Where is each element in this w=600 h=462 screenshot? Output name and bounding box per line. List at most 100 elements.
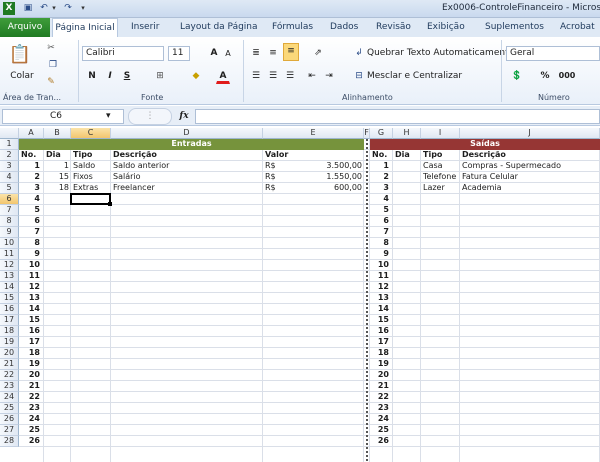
tab-review[interactable]: Revisão bbox=[376, 18, 411, 37]
row-header-15[interactable]: 15 bbox=[0, 293, 19, 304]
shrink-font-button[interactable]: A bbox=[222, 46, 234, 62]
worksheet-grid[interactable]: ABCDEFGHIJ 1 2 3 4 5 6 7 8 9 10 11 12 13 14 15 16 17 18 19… bbox=[0, 128, 600, 462]
entradas-number[interactable]: 14 bbox=[21, 304, 42, 315]
paste-icon[interactable]: 📋 bbox=[6, 40, 34, 70]
number-format-select[interactable]: Geral bbox=[506, 46, 600, 61]
formula-input[interactable] bbox=[195, 109, 600, 124]
tab-view[interactable]: Exibição bbox=[427, 18, 465, 37]
align-right-icon[interactable]: ☰ bbox=[283, 68, 297, 84]
merge-center-button[interactable]: Mesclar e Centralizar bbox=[366, 68, 463, 84]
entradas-number[interactable]: 2 bbox=[21, 172, 42, 183]
tab-acrobat[interactable]: Acrobat bbox=[560, 18, 595, 37]
font-size-select[interactable]: 11 bbox=[168, 46, 190, 61]
tab-page-layout[interactable]: Layout da Página bbox=[180, 18, 258, 37]
row-header-10[interactable]: 10 bbox=[0, 238, 19, 249]
entradas-number[interactable]: 13 bbox=[21, 293, 42, 304]
saidas-number[interactable]: 13 bbox=[372, 293, 391, 304]
saida-tipo[interactable]: Lazer bbox=[423, 183, 458, 194]
column-header-a[interactable]: A bbox=[19, 128, 44, 139]
saidas-number[interactable]: 22 bbox=[372, 392, 391, 403]
saida-descricao[interactable]: Academia bbox=[462, 183, 598, 194]
saidas-number[interactable]: 5 bbox=[372, 205, 391, 216]
decrease-indent-icon[interactable]: ⇤ bbox=[305, 68, 319, 84]
comma-style-button[interactable]: 000 bbox=[556, 68, 578, 84]
entradas-number[interactable]: 5 bbox=[21, 205, 42, 216]
column-header-b[interactable]: B bbox=[44, 128, 71, 139]
column-header-i[interactable]: I bbox=[421, 128, 460, 139]
saidas-number[interactable]: 19 bbox=[372, 359, 391, 370]
saidas-header-no[interactable]: No. bbox=[372, 150, 391, 161]
align-left-icon[interactable]: ☰ bbox=[249, 68, 263, 84]
font-color-button[interactable]: A bbox=[216, 68, 230, 84]
undo-icon[interactable]: ↶ bbox=[38, 2, 50, 15]
saidas-number[interactable]: 1 bbox=[372, 161, 391, 172]
tab-formulas[interactable]: Fórmulas bbox=[272, 18, 313, 37]
entrada-valor[interactable]: 600,00 bbox=[265, 183, 362, 194]
entradas-number[interactable]: 1 bbox=[21, 161, 42, 172]
saidas-number[interactable]: 18 bbox=[372, 348, 391, 359]
align-top-icon[interactable]: ≣ bbox=[249, 45, 263, 61]
saidas-number[interactable]: 15 bbox=[372, 315, 391, 326]
entrada-dia[interactable]: 18 bbox=[46, 183, 69, 194]
entradas-number[interactable]: 6 bbox=[21, 216, 42, 227]
name-box-dropdown-icon[interactable]: ▾ bbox=[106, 111, 111, 121]
entradas-number[interactable]: 17 bbox=[21, 337, 42, 348]
entradas-number[interactable]: 11 bbox=[21, 271, 42, 282]
row-header-3[interactable]: 3 bbox=[0, 161, 19, 172]
format-painter-icon[interactable]: ✎ bbox=[44, 74, 58, 90]
entradas-number[interactable]: 15 bbox=[21, 315, 42, 326]
entrada-valor[interactable]: 1.550,00 bbox=[265, 172, 362, 183]
row-header-22[interactable]: 22 bbox=[0, 370, 19, 381]
entrada-descricao[interactable]: Salário bbox=[113, 172, 261, 183]
entrada-valor[interactable]: 3.500,00 bbox=[265, 161, 362, 172]
column-header-d[interactable]: D bbox=[111, 128, 263, 139]
font-name-select[interactable]: Calibri bbox=[82, 46, 164, 61]
currency-icon[interactable]: 💲 bbox=[508, 68, 526, 84]
row-header-2[interactable]: 2 bbox=[0, 150, 19, 161]
entrada-tipo[interactable]: Saldo bbox=[73, 161, 109, 172]
row-header-11[interactable]: 11 bbox=[0, 249, 19, 260]
row-header-1[interactable]: 1 bbox=[0, 139, 19, 150]
row-header-8[interactable]: 8 bbox=[0, 216, 19, 227]
select-all-corner[interactable] bbox=[0, 128, 19, 139]
align-center-icon[interactable]: ☰ bbox=[266, 68, 280, 84]
saidas-number[interactable]: 6 bbox=[372, 216, 391, 227]
column-header-h[interactable]: H bbox=[393, 128, 421, 139]
entradas-number[interactable]: 19 bbox=[21, 359, 42, 370]
row-header-28[interactable]: 28 bbox=[0, 436, 19, 447]
row-header-6[interactable]: 6 bbox=[0, 194, 19, 205]
redo-icon[interactable]: ↷ bbox=[62, 2, 74, 15]
entrada-tipo[interactable]: Fixos bbox=[73, 172, 109, 183]
row-header-13[interactable]: 13 bbox=[0, 271, 19, 282]
saidas-number[interactable]: 20 bbox=[372, 370, 391, 381]
saidas-number[interactable]: 7 bbox=[372, 227, 391, 238]
row-header-23[interactable]: 23 bbox=[0, 381, 19, 392]
entradas-number[interactable]: 20 bbox=[21, 370, 42, 381]
row-header-4[interactable]: 4 bbox=[0, 172, 19, 183]
column-header-g[interactable]: G bbox=[370, 128, 393, 139]
active-cell-selection[interactable] bbox=[70, 193, 111, 205]
saidas-header-dia[interactable]: Dia bbox=[395, 150, 419, 161]
customize-qat-icon[interactable]: ▾ bbox=[78, 2, 88, 15]
saidas-number[interactable]: 16 bbox=[372, 326, 391, 337]
entradas-number[interactable]: 3 bbox=[21, 183, 42, 194]
grow-font-button[interactable]: A bbox=[207, 45, 221, 61]
row-header-24[interactable]: 24 bbox=[0, 392, 19, 403]
row-header-12[interactable]: 12 bbox=[0, 260, 19, 271]
entradas-number[interactable]: 26 bbox=[21, 436, 42, 447]
tab-file[interactable]: Arquivo bbox=[0, 18, 50, 37]
entradas-header-tipo[interactable]: Tipo bbox=[73, 150, 109, 161]
saidas-number[interactable]: 10 bbox=[372, 260, 391, 271]
underline-button[interactable]: S bbox=[120, 68, 134, 84]
row-header-21[interactable]: 21 bbox=[0, 359, 19, 370]
entrada-descricao[interactable]: Freelancer bbox=[113, 183, 261, 194]
row-header-17[interactable]: 17 bbox=[0, 315, 19, 326]
column-header-c[interactable]: C bbox=[71, 128, 111, 139]
row-header-5[interactable]: 5 bbox=[0, 183, 19, 194]
saidas-header-descricao[interactable]: Descrição bbox=[462, 150, 598, 161]
name-box[interactable]: C6 ▾ bbox=[2, 109, 124, 124]
save-icon[interactable]: ▣ bbox=[22, 2, 34, 15]
saida-descricao[interactable]: Compras - Supermecado bbox=[462, 161, 598, 172]
row-header-18[interactable]: 18 bbox=[0, 326, 19, 337]
saidas-number[interactable]: 26 bbox=[372, 436, 391, 447]
